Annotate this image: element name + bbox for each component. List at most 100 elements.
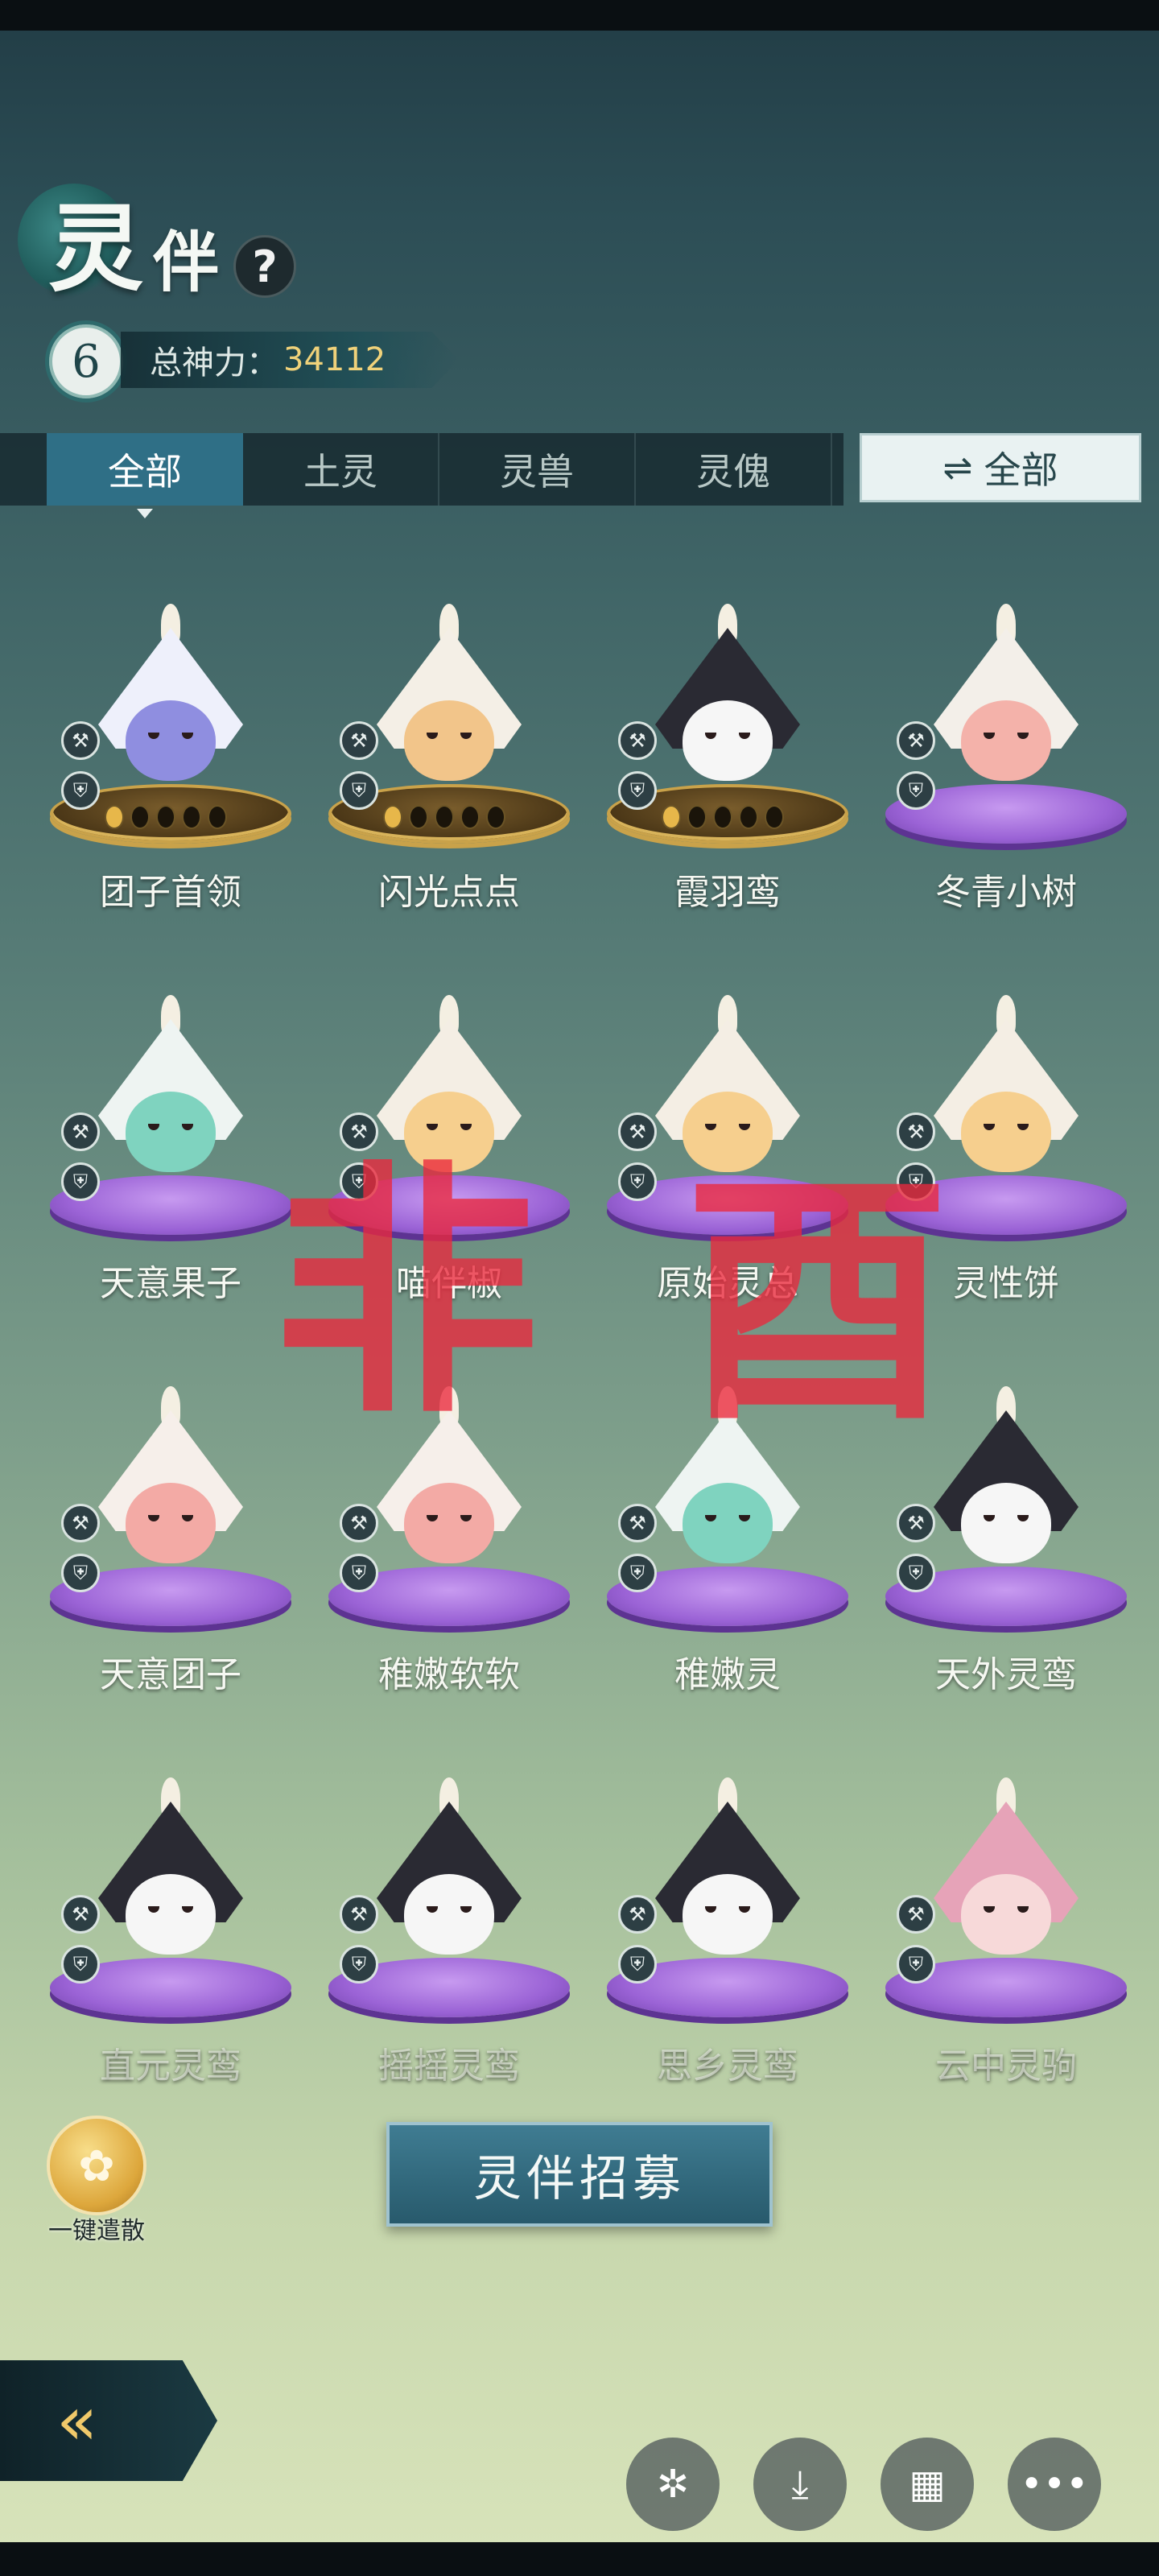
- eye: [1017, 1515, 1029, 1521]
- companion-sprite: [98, 1386, 243, 1579]
- companion-sprite: [377, 1777, 522, 1971]
- hammer-icon: ⚒: [618, 1895, 657, 1934]
- companion-card[interactable]: ⚒ ⛨ 霞羽鸾: [599, 564, 856, 913]
- eye: [427, 1124, 438, 1130]
- moon-star-icon: [713, 805, 732, 829]
- status-icons: ⚒ ⛨: [340, 721, 378, 810]
- moon-star-icon: [739, 805, 758, 829]
- eye: [460, 1515, 472, 1521]
- total-power-label: 总神力：: [150, 345, 278, 382]
- moon-star-icon: [208, 805, 227, 829]
- companion-card[interactable]: ⚒ ⛨ 直元灵鸾: [42, 1737, 299, 2087]
- tab-spirit-beast[interactable]: 灵兽: [439, 433, 636, 506]
- companion-card[interactable]: ⚒ ⛨ 天意团子: [42, 1346, 299, 1695]
- hammer-icon: ⚒: [340, 1504, 378, 1542]
- shield-icon: ⛨: [897, 1945, 935, 1984]
- moon-star-icon: [130, 805, 150, 829]
- companion-name: 直元灵鸾: [100, 2046, 241, 2087]
- eye: [1017, 1906, 1029, 1913]
- shield-icon: ⛨: [340, 1945, 378, 1984]
- moon-star-icon: [687, 805, 707, 829]
- shield-icon: ⛨: [618, 771, 657, 810]
- status-bar: [0, 0, 1159, 31]
- eye: [182, 733, 193, 739]
- dismiss-all-button[interactable]: ✿ 一键遣散: [39, 2116, 155, 2245]
- eye: [984, 733, 995, 739]
- status-icons: ⚒ ⛨: [61, 1504, 100, 1592]
- hammer-icon: ⚒: [618, 1113, 657, 1151]
- help-button[interactable]: ?: [233, 235, 296, 298]
- companion-card[interactable]: ⚒ ⛨ 思乡灵鸾: [599, 1737, 856, 2087]
- companion-name: 团子首领: [100, 872, 241, 913]
- eye: [739, 1124, 750, 1130]
- status-icons: ⚒ ⛨: [61, 1113, 100, 1201]
- companion-sprite: [934, 604, 1079, 797]
- companion-card[interactable]: ⚒ ⛨ 云中灵驹: [877, 1737, 1135, 2087]
- filter-label: 全部: [984, 448, 1058, 492]
- eye: [148, 1124, 159, 1130]
- companion-card[interactable]: ⚒ ⛨ 天意果子: [42, 955, 299, 1304]
- companion-sprite: [377, 604, 522, 797]
- eye: [739, 1906, 750, 1913]
- status-icons: ⚒ ⛨: [618, 1504, 657, 1592]
- companion-sprite: [98, 604, 243, 797]
- companion-card[interactable]: ⚒ ⛨ 摇摇灵鸾: [320, 1737, 578, 2087]
- status-icons: ⚒ ⛨: [618, 1113, 657, 1201]
- download-button[interactable]: ⤓: [753, 2438, 847, 2531]
- total-power-bar: 总神力： 34112: [121, 332, 459, 388]
- moon-star-icon: [383, 805, 402, 829]
- shield-icon: ⛨: [340, 1554, 378, 1592]
- companion-name: 闪光点点: [378, 872, 520, 913]
- eye: [705, 1906, 716, 1913]
- hammer-icon: ⚒: [340, 1895, 378, 1934]
- face-shape: [126, 1092, 216, 1172]
- companion-name: 稚嫩灵: [674, 1654, 781, 1695]
- filter-button[interactable]: ⇌ 全部: [860, 433, 1141, 502]
- hammer-icon: ⚒: [61, 721, 100, 760]
- more-button[interactable]: •••: [1008, 2438, 1101, 2531]
- companion-card[interactable]: ⚒ ⛨ 冬青小树: [877, 564, 1135, 913]
- eye: [148, 1515, 159, 1521]
- face-shape: [961, 700, 1051, 781]
- companion-sprite: [934, 1777, 1079, 1971]
- hammer-icon: ⚒: [897, 721, 935, 760]
- moon-star-icon: [765, 805, 784, 829]
- level-badge: 6: [45, 320, 127, 402]
- eye: [427, 733, 438, 739]
- shield-icon: ⛨: [897, 771, 935, 810]
- eye: [739, 733, 750, 739]
- eye: [1017, 1124, 1029, 1130]
- recruit-button[interactable]: 灵伴招募: [386, 2122, 773, 2227]
- shield-icon: ⛨: [61, 1554, 100, 1592]
- companion-card[interactable]: ⚒ ⛨ 团子首领: [42, 564, 299, 913]
- moon-star-icon: [156, 805, 175, 829]
- eye: [148, 733, 159, 739]
- back-button[interactable]: «: [0, 2360, 217, 2481]
- swap-icon: ⇌: [942, 447, 973, 489]
- moon-star-icon: [435, 805, 454, 829]
- status-icons: ⚒ ⛨: [897, 1504, 935, 1592]
- companion-sprite: [98, 1777, 243, 1971]
- category-tabs: 全部 土灵 灵兽 灵傀: [0, 433, 843, 518]
- tab-earth-spirit[interactable]: 土灵: [243, 433, 439, 506]
- eye: [427, 1906, 438, 1913]
- sparkle-button[interactable]: ✲: [626, 2438, 720, 2531]
- page-title-sub: 伴: [153, 224, 220, 301]
- tab-spirit-puppet[interactable]: 灵傀: [636, 433, 832, 506]
- status-icons: ⚒ ⛨: [618, 721, 657, 810]
- grid-menu-button[interactable]: ▦: [881, 2438, 974, 2531]
- face-shape: [126, 1483, 216, 1563]
- tab-all[interactable]: 全部: [47, 433, 243, 518]
- shield-icon: ⛨: [61, 1162, 100, 1201]
- status-icons: ⚒ ⛨: [61, 721, 100, 810]
- star-rating: [105, 805, 227, 829]
- shield-icon: ⛨: [340, 771, 378, 810]
- companion-sprite: [934, 1386, 1079, 1579]
- watermark-right: 酉: [684, 1144, 950, 1456]
- eye: [739, 1515, 750, 1521]
- companion-name: 思乡灵鸾: [657, 2046, 798, 2087]
- companion-name: 天意果子: [100, 1263, 241, 1304]
- eye: [460, 1124, 472, 1130]
- companion-card[interactable]: ⚒ ⛨ 闪光点点: [320, 564, 578, 913]
- shield-icon: ⛨: [61, 771, 100, 810]
